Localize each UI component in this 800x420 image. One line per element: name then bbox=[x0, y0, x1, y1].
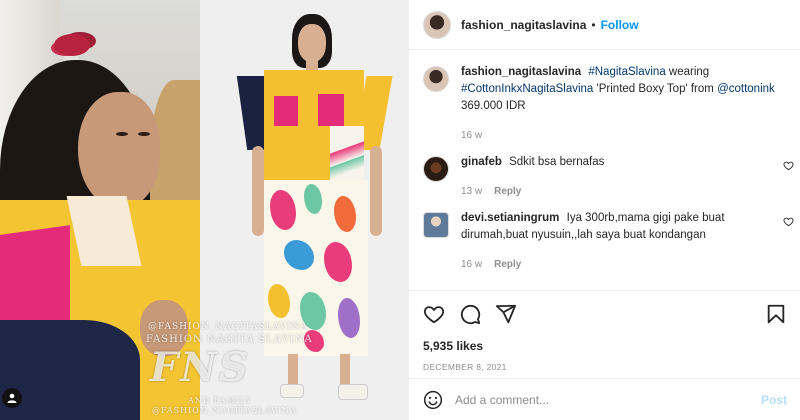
list-item: ginafeb Sdkit bsa bernafas 13 w Reply bbox=[423, 154, 794, 200]
hashtag-link[interactable]: #NagitaSlavina bbox=[588, 66, 665, 78]
post-photo[interactable]: @FASHION_NAGITASLAVINA FASHION NAGITA SL… bbox=[0, 0, 408, 420]
user-tag-icon[interactable] bbox=[2, 388, 22, 408]
emoji-icon[interactable] bbox=[423, 390, 443, 410]
add-comment-bar: Post bbox=[409, 378, 800, 420]
share-icon[interactable] bbox=[495, 303, 517, 325]
watermark-handle: @FASHION_NAGITASLAVINA bbox=[148, 322, 309, 332]
caption: fashion_nagitaslavina #NagitaSlavina wea… bbox=[423, 64, 788, 144]
comment-input[interactable] bbox=[455, 392, 761, 407]
avatar[interactable] bbox=[423, 10, 451, 39]
heart-icon[interactable] bbox=[423, 303, 445, 325]
bookmark-icon[interactable] bbox=[765, 303, 787, 325]
caption-username[interactable]: fashion_nagitaslavina bbox=[461, 66, 581, 78]
reply-button[interactable]: Reply bbox=[494, 256, 521, 273]
hashtag-link[interactable]: #CottonInkxNagitaSlavina bbox=[461, 83, 593, 95]
comment-time[interactable]: 16 w bbox=[461, 256, 482, 273]
watermark-family: AND FAMILY bbox=[188, 396, 252, 405]
post-actions: 5,935 likes DECEMBER 8, 2021 bbox=[409, 290, 800, 372]
watermark-logo: FNS bbox=[150, 344, 250, 391]
list-item: devi.setianingrum Iya 300rb,mama gigi pa… bbox=[423, 210, 794, 273]
avatar[interactable] bbox=[423, 156, 449, 182]
likes-count[interactable]: 5,935 likes bbox=[423, 339, 787, 353]
heart-icon[interactable] bbox=[783, 216, 794, 227]
caption-text: wearing bbox=[668, 66, 710, 78]
comment-text: Sdkit bsa bernafas bbox=[509, 156, 605, 168]
post-side-panel: fashion_nagitaslavina • Follow fashion_n… bbox=[408, 0, 800, 420]
post-header: fashion_nagitaslavina • Follow bbox=[409, 0, 800, 50]
follow-button[interactable]: Follow bbox=[601, 18, 639, 32]
author-username[interactable]: fashion_nagitaslavina bbox=[461, 18, 586, 32]
post-button[interactable]: Post bbox=[761, 393, 787, 407]
caption-text: 'Printed Boxy Top' from bbox=[596, 83, 714, 95]
caption-price: 369.000 IDR bbox=[461, 100, 526, 112]
reply-button[interactable]: Reply bbox=[494, 183, 521, 200]
mention-link[interactable]: @cottonink bbox=[717, 83, 775, 95]
comment-icon[interactable] bbox=[459, 303, 481, 325]
avatar[interactable] bbox=[423, 212, 449, 238]
instagram-post-window: @FASHION_NAGITASLAVINA FASHION NAGITA SL… bbox=[0, 0, 800, 420]
caption-time[interactable]: 16 w bbox=[461, 127, 482, 144]
comments-list[interactable]: fashion_nagitaslavina #NagitaSlavina wea… bbox=[409, 50, 800, 288]
comment-username[interactable]: devi.setianingrum bbox=[461, 212, 559, 224]
post-date: DECEMBER 8, 2021 bbox=[423, 362, 507, 372]
comment-time[interactable]: 13 w bbox=[461, 183, 482, 200]
watermark-handle-bottom: @FASHION_NAGITASLAVINA bbox=[152, 406, 297, 415]
avatar[interactable] bbox=[423, 66, 449, 92]
heart-icon[interactable] bbox=[783, 160, 794, 171]
separator-dot: • bbox=[591, 17, 596, 32]
comment-username[interactable]: ginafeb bbox=[461, 156, 502, 168]
